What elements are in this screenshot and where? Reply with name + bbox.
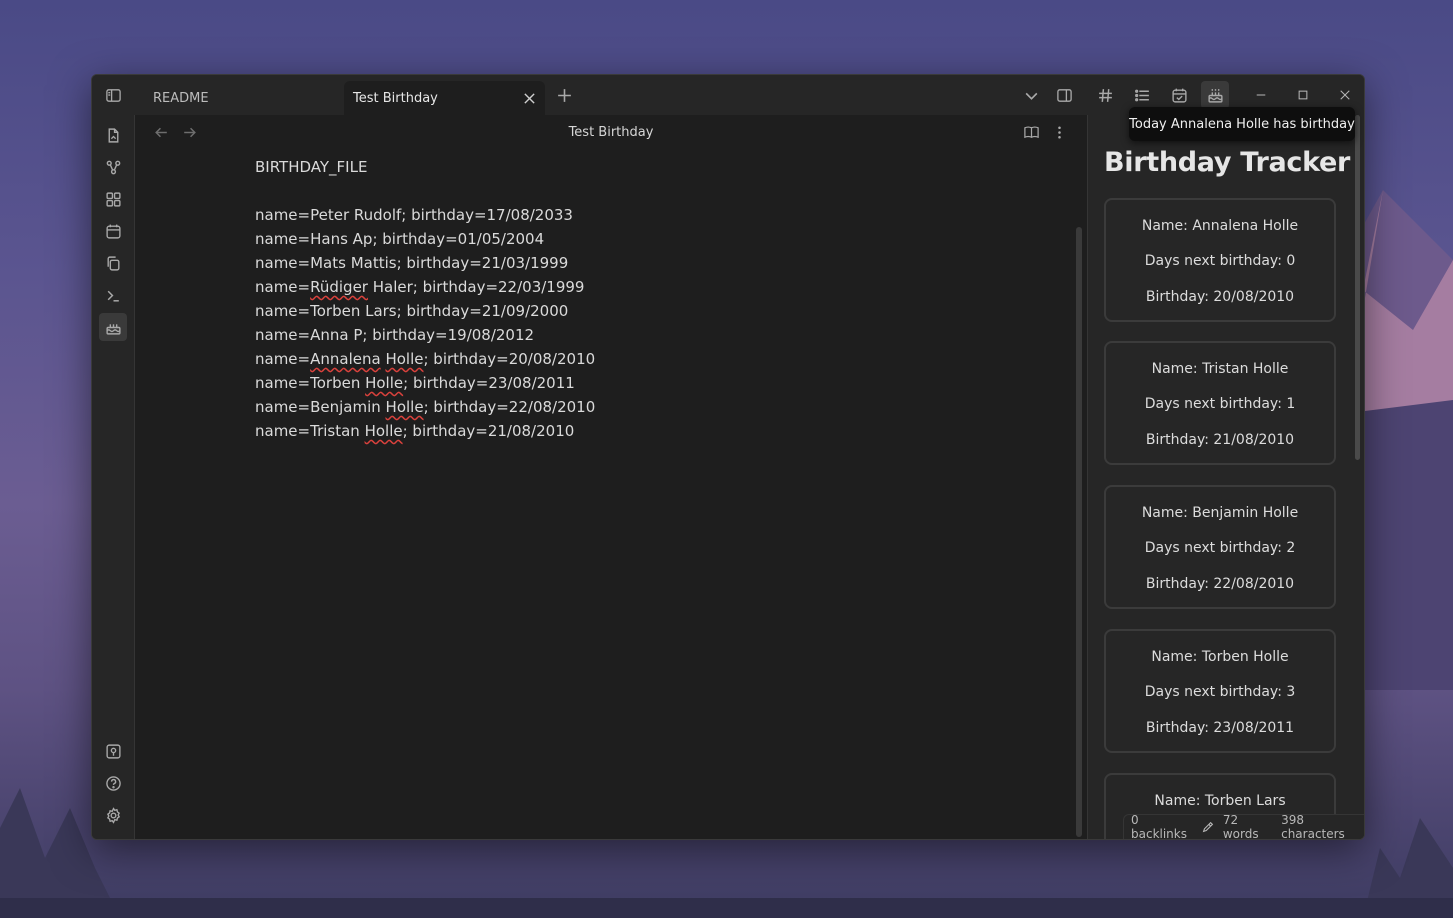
text-line: name=Torben Lars; birthday=21/09/2000 <box>255 302 569 320</box>
cake-icon[interactable] <box>1201 81 1229 109</box>
text-line <box>255 179 595 203</box>
new-tab-icon[interactable] <box>550 81 578 109</box>
card-days: Days next birthday: 0 <box>1144 253 1296 269</box>
character-count: 398 characters <box>1281 813 1345 840</box>
text-line: name=Tristan Holle; birthday=21/08/2010 <box>255 422 575 440</box>
card-birthday: Birthday: 23/08/2011 <box>1145 720 1295 736</box>
vault-icon[interactable] <box>99 737 127 765</box>
card-days: Days next birthday: 3 <box>1144 684 1296 700</box>
card-name: Name: Annalena Holle <box>1141 218 1299 234</box>
copy-icon[interactable] <box>99 249 127 277</box>
card-days: Days next birthday: 2 <box>1144 540 1296 556</box>
pencil-icon[interactable] <box>1201 820 1215 834</box>
hashtag-icon[interactable] <box>1091 81 1119 109</box>
birthday-card: Name: Torben Holle Days next birthday: 3… <box>1104 629 1336 753</box>
tab-label: Test Birthday <box>353 90 438 106</box>
reading-view-icon[interactable] <box>1017 118 1045 146</box>
terminal-icon[interactable] <box>99 281 127 309</box>
birthday-card: Name: Benjamin Holle Days next birthday:… <box>1104 485 1336 609</box>
card-name: Name: Tristan Holle <box>1151 361 1289 377</box>
close-tab-icon[interactable] <box>519 88 539 108</box>
card-birthday: Birthday: 22/08/2010 <box>1145 576 1295 592</box>
birthday-tooltip: Today Annalena Holle has birthday <box>1129 107 1355 141</box>
card-birthday: Birthday: 20/08/2010 <box>1145 289 1295 305</box>
text-line: name=Mats Mattis; birthday=21/03/1999 <box>255 254 569 272</box>
text-line: name=Benjamin Holle; birthday=22/08/2010 <box>255 398 596 416</box>
card-days: Days next birthday: 1 <box>1144 396 1296 412</box>
graph-icon[interactable] <box>99 153 127 181</box>
tab-label: README <box>153 90 209 106</box>
birthday-card: Name: Annalena Holle Days next birthday:… <box>1104 198 1336 322</box>
split-pane-icon[interactable] <box>1050 81 1078 109</box>
text-line: name=Anna P; birthday=19/08/2012 <box>255 326 535 344</box>
status-bar: 0 backlinks 72 words 398 characters <box>1123 813 1364 840</box>
text-line: name=Torben Holle; birthday=23/08/2011 <box>255 374 575 392</box>
editor-scrollbar[interactable] <box>1076 227 1082 837</box>
more-options-icon[interactable] <box>1045 118 1073 146</box>
tab-test-birthday[interactable]: Test Birthday <box>344 81 545 115</box>
view-title: Test Birthday <box>568 125 654 140</box>
calendar-icon[interactable] <box>99 217 127 245</box>
panel-title: Birthday Tracker <box>1104 147 1351 178</box>
card-name: Name: Torben Holle <box>1151 649 1289 665</box>
word-count: 72 words <box>1222 813 1259 840</box>
maximize-icon[interactable] <box>1289 81 1317 109</box>
settings-icon[interactable] <box>99 801 127 829</box>
text-line: name=Peter Rudolf; birthday=17/08/2033 <box>255 206 573 224</box>
minimize-icon[interactable] <box>1247 81 1275 109</box>
text-line: name=Rüdiger Haler; birthday=22/03/1999 <box>255 278 585 296</box>
view-header: Test Birthday <box>135 115 1087 151</box>
backlinks-count[interactable]: 0 backlinks <box>1131 813 1193 839</box>
editor-pane: Test Birthday BIRTHDAY_FILE name=Peter R… <box>135 115 1087 839</box>
text-line: name=Annalena Holle; birthday=20/08/2010 <box>255 350 596 368</box>
left-ribbon <box>92 115 135 839</box>
birthday-tracker-panel: Birthday Tracker Name: Annalena Holle Da… <box>1087 115 1364 839</box>
text-line: BIRTHDAY_FILE <box>255 158 368 176</box>
card-name: Name: Torben Lars <box>1154 793 1286 809</box>
card-name: Name: Benjamin Holle <box>1141 505 1299 521</box>
tab-readme[interactable]: README <box>144 81 342 115</box>
note-content[interactable]: BIRTHDAY_FILE name=Peter Rudolf; birthda… <box>255 155 595 443</box>
card-birthday: Birthday: 21/08/2010 <box>1145 432 1295 448</box>
panel-scrollbar[interactable] <box>1355 115 1360 460</box>
sidebar-toggle-icon[interactable] <box>99 81 127 109</box>
list-icon[interactable] <box>1128 81 1156 109</box>
cake-icon[interactable] <box>99 313 127 341</box>
birthday-card: Name: Tristan Holle Days next birthday: … <box>1104 341 1336 465</box>
app-window: README Test Birthday Test Birthday BIRTH… <box>91 74 1365 840</box>
chevron-down-icon[interactable] <box>1017 81 1045 109</box>
calendar-check-icon[interactable] <box>1165 81 1193 109</box>
help-icon[interactable] <box>99 769 127 797</box>
close-window-icon[interactable] <box>1331 81 1359 109</box>
text-line: name=Hans Ap; birthday=01/05/2004 <box>255 230 545 248</box>
canvas-icon[interactable] <box>99 185 127 213</box>
file-icon[interactable] <box>99 121 127 149</box>
